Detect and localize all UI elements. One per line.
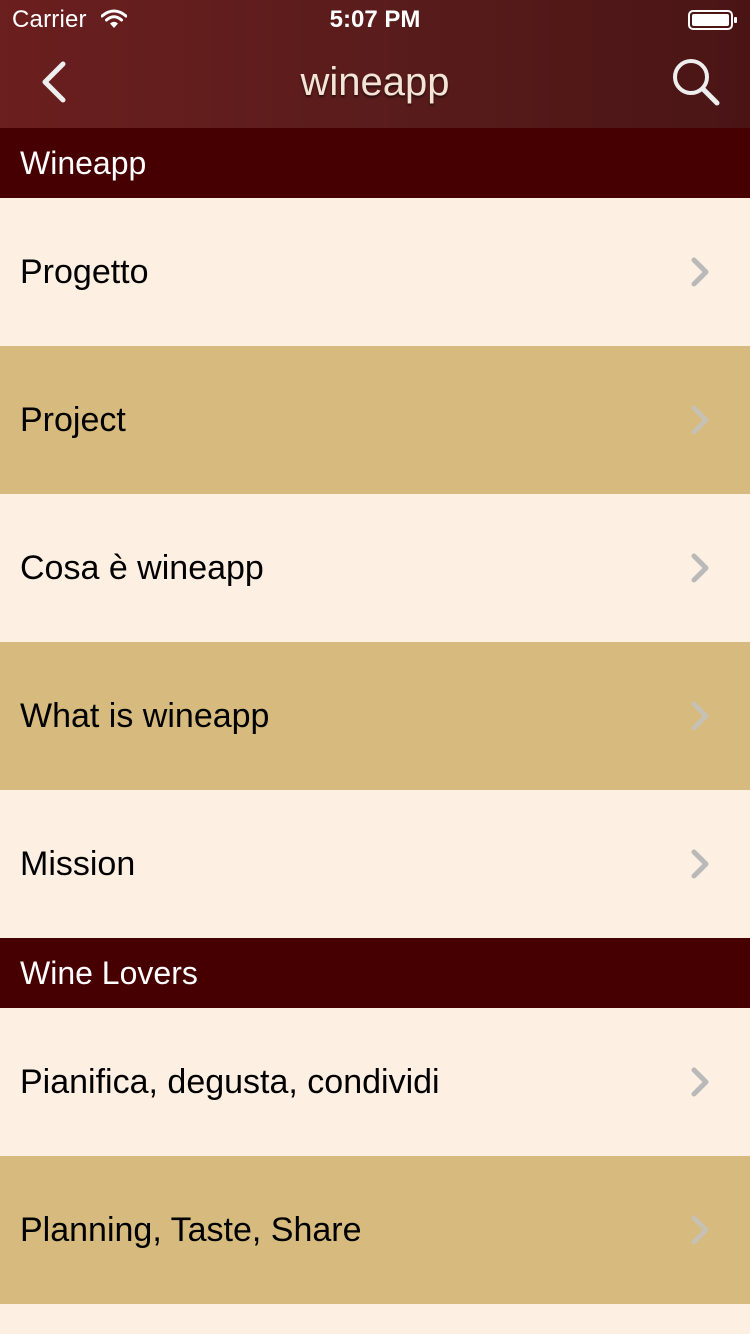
list-item-label: Mission xyxy=(20,844,136,883)
list-item-pianifica-degusta-condividi[interactable]: Pianifica, degusta, condividi xyxy=(0,1008,750,1156)
list-item-label: Cosa è wineapp xyxy=(20,548,264,587)
status-bar: Carrier 5:07 PM xyxy=(0,0,750,40)
back-button[interactable] xyxy=(24,54,84,110)
chevron-right-icon xyxy=(691,553,709,583)
chevron-right-icon xyxy=(691,1067,709,1097)
navigation-bar: Carrier 5:07 PM wineapp xyxy=(0,0,750,128)
list-item-mission[interactable]: Mission xyxy=(0,790,750,938)
app-screen: Carrier 5:07 PM wineapp Wineapp Progetto… xyxy=(0,0,750,1334)
chevron-right-icon xyxy=(691,405,709,435)
status-time: 5:07 PM xyxy=(329,6,421,33)
list-item-planning-taste-share[interactable]: Planning, Taste, Share xyxy=(0,1156,750,1304)
section-header-wineapp: Wineapp xyxy=(0,128,750,198)
list-item-what-is-wineapp[interactable]: What is wineapp xyxy=(0,642,750,790)
page-title: wineapp xyxy=(300,60,450,104)
chevron-right-icon xyxy=(691,257,709,287)
list-item-label: Progetto xyxy=(20,252,149,291)
list-item-cosa-e-wineapp[interactable]: Cosa è wineapp xyxy=(0,494,750,642)
battery-icon xyxy=(688,10,737,30)
list-item-partial[interactable] xyxy=(0,1304,750,1334)
list-item-progetto[interactable]: Progetto xyxy=(0,198,750,346)
search-button[interactable] xyxy=(666,54,726,110)
list-item-project[interactable]: Project xyxy=(0,346,750,494)
chevron-left-icon xyxy=(42,61,66,103)
list-item-label: Project xyxy=(20,400,126,439)
section-header-wine-lovers: Wine Lovers xyxy=(0,938,750,1008)
chevron-right-icon xyxy=(691,1215,709,1245)
list-item-label: Pianifica, degusta, condividi xyxy=(20,1062,440,1101)
chevron-right-icon xyxy=(691,849,709,879)
list-item-label: Planning, Taste, Share xyxy=(20,1210,362,1249)
chevron-right-icon xyxy=(691,701,709,731)
search-icon xyxy=(673,59,720,106)
list-item-label: What is wineapp xyxy=(20,696,270,735)
